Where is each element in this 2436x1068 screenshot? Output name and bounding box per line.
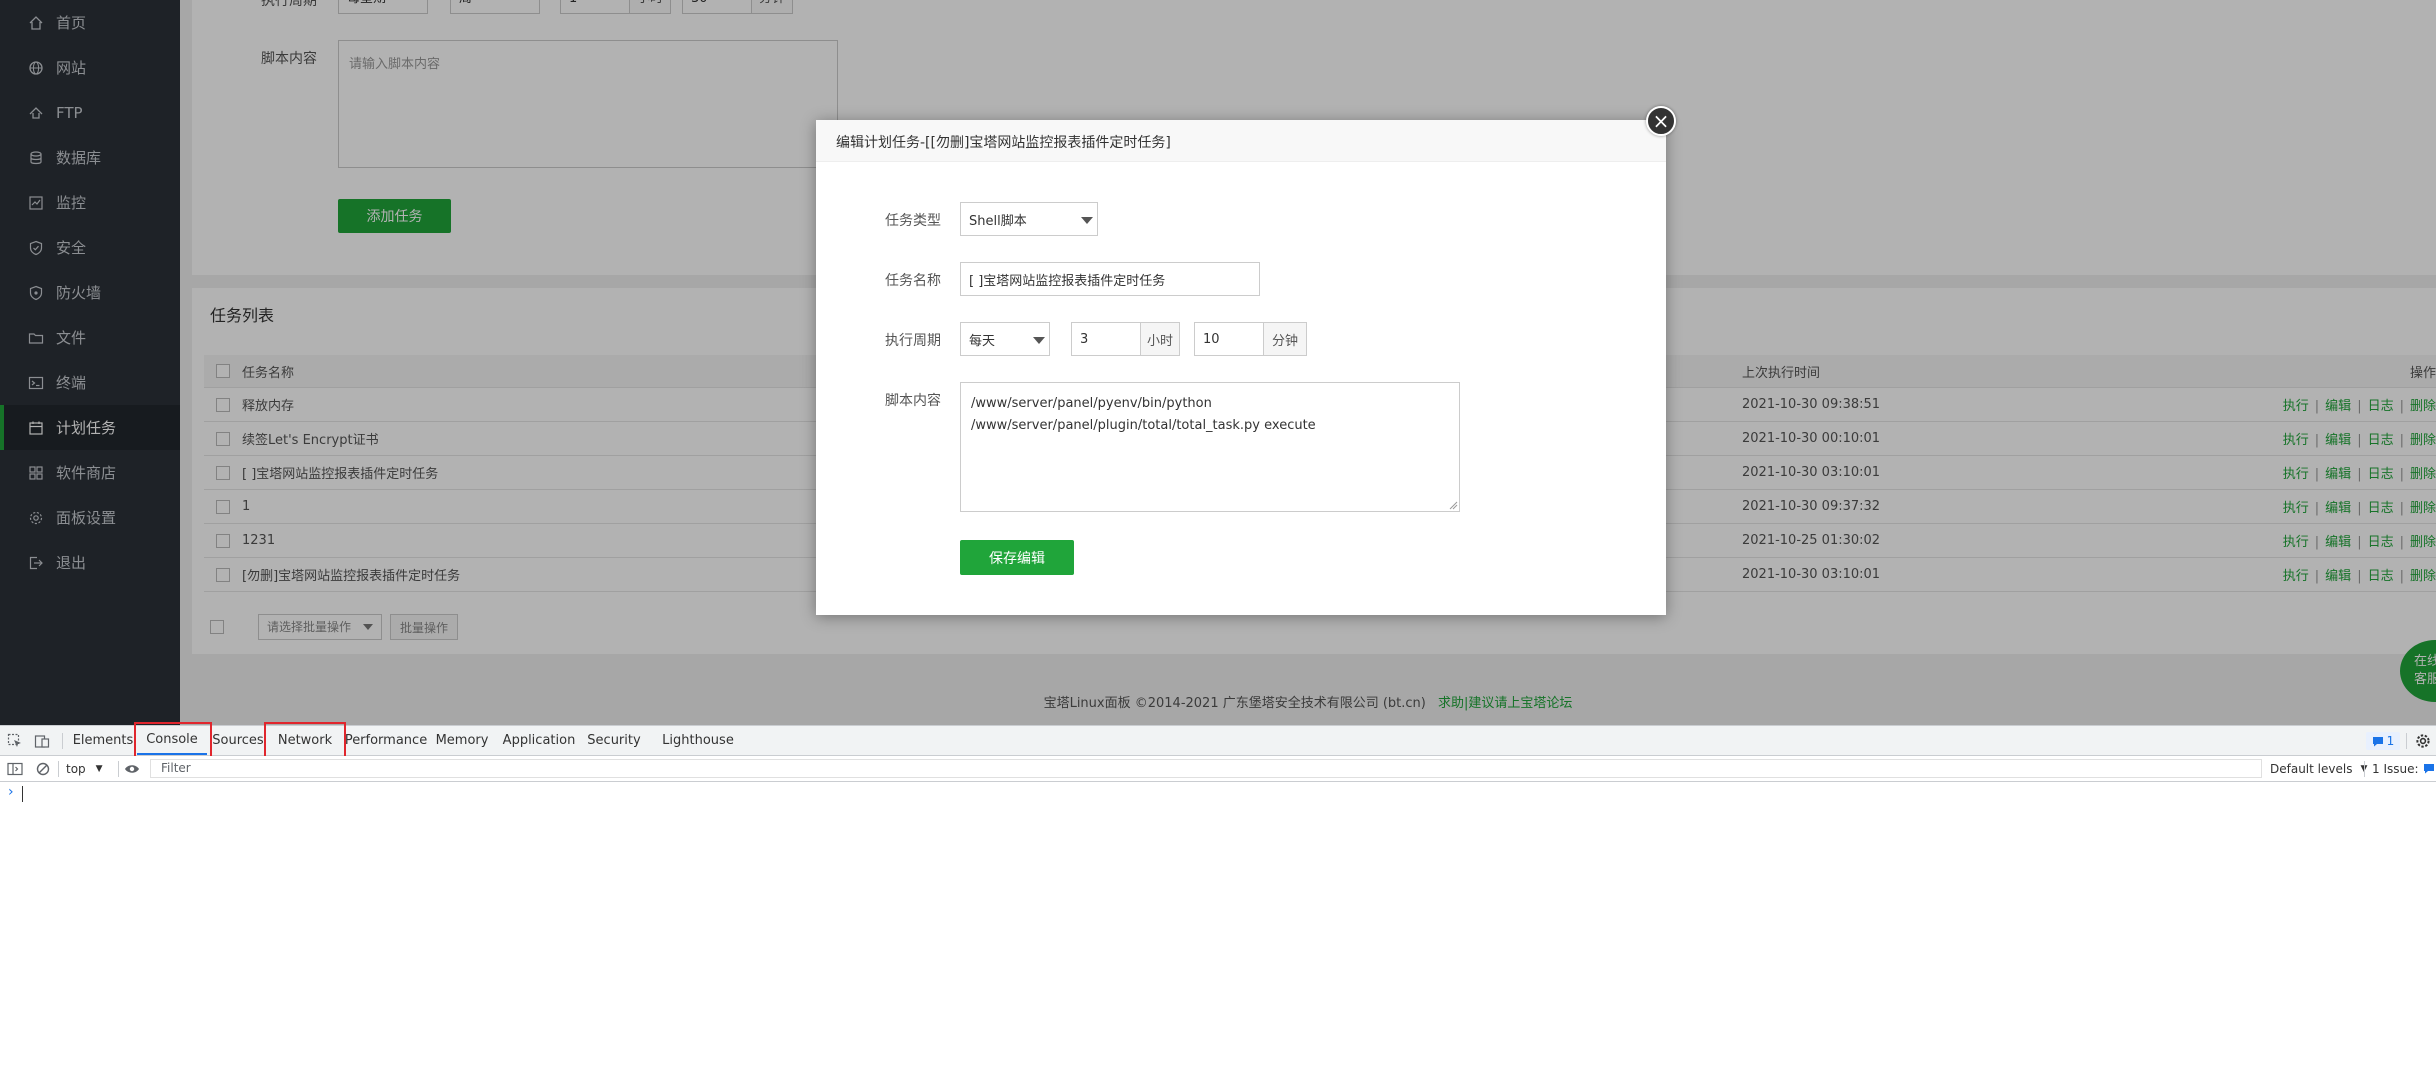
console-filter-input[interactable]: Filter <box>150 759 2262 778</box>
issues-button[interactable]: 1 Issue: <box>2372 756 2435 781</box>
minute-input[interactable]: 10 <box>1194 322 1264 356</box>
task-name-input[interactable]: [ ]宝塔网站监控报表插件定时任务 <box>960 262 1260 296</box>
task-type-select[interactable]: Shell脚本 <box>960 202 1098 236</box>
dialog-header: 编辑计划任务-[[勿删]宝塔网站监控报表插件定时任务] <box>816 120 1666 162</box>
tab-security[interactable]: Security <box>586 726 642 755</box>
highlight-box-network <box>264 722 346 760</box>
highlight-box-console <box>134 722 212 760</box>
minute-unit: 分钟 <box>1263 322 1307 356</box>
bt-panel-app: 首页 网站 FTP 数据库 监控 安全 防火墙 文件 终端 计划任务 软件商店 … <box>0 0 2436 725</box>
chevron-down-icon <box>1033 337 1045 344</box>
console-prompt-icon: › <box>8 784 14 800</box>
device-toolbar-icon[interactable] <box>33 732 51 750</box>
message-count: 1 <box>2386 734 2395 748</box>
task-type-value: Shell脚本 <box>969 213 1027 229</box>
toolbar-divider <box>118 761 119 777</box>
message-count-badge[interactable]: 1 <box>2366 732 2400 750</box>
message-icon <box>2423 764 2434 774</box>
dropdown-arrow-icon: ▼ <box>95 763 103 774</box>
hour-input[interactable]: 3 <box>1071 322 1141 356</box>
devtools-tab-bar: Elements Console Sources Network Perform… <box>0 722 2436 760</box>
script-textarea[interactable]: /www/server/panel/pyenv/bin/python /www/… <box>960 382 1460 512</box>
clear-console-icon[interactable] <box>34 760 52 778</box>
resize-handle-icon[interactable] <box>1448 500 1458 510</box>
task-type-label: 任务类型 <box>885 213 941 229</box>
tab-memory[interactable]: Memory <box>432 726 492 755</box>
settings-gear-icon[interactable] <box>2414 732 2432 750</box>
context-value: top <box>66 761 86 776</box>
console-input-caret[interactable] <box>22 786 23 802</box>
script-label: 脚本内容 <box>885 393 941 409</box>
chevron-down-icon <box>1081 217 1093 224</box>
tab-performance[interactable]: Performance <box>345 726 427 755</box>
save-edit-button[interactable]: 保存编辑 <box>960 540 1074 575</box>
issues-label: 1 Issue: <box>2372 761 2419 776</box>
log-levels-value: Default levels <box>2270 761 2353 776</box>
log-levels-dropdown[interactable]: Default levels ▼ <box>2270 756 2367 781</box>
sidebar-toggle-icon[interactable] <box>6 760 24 778</box>
cycle-value: 每天 <box>969 333 996 349</box>
toolbar-divider <box>62 733 63 749</box>
context-selector[interactable]: top ▼ <box>66 756 103 781</box>
dialog-title: 编辑计划任务-[[勿删]宝塔网站监控报表插件定时任务] <box>836 135 1171 151</box>
toolbar-divider <box>2364 761 2365 777</box>
edit-task-dialog: 编辑计划任务-[[勿删]宝塔网站监控报表插件定时任务] × 任务类型 Shell… <box>816 106 1676 615</box>
cycle-select[interactable]: 每天 <box>960 322 1050 356</box>
hour-unit: 小时 <box>1140 322 1180 356</box>
tab-elements[interactable]: Elements <box>72 726 134 755</box>
task-name-label: 任务名称 <box>885 273 941 289</box>
tab-application[interactable]: Application <box>498 726 580 755</box>
cycle-label: 执行周期 <box>885 333 941 349</box>
toolbar-divider <box>58 761 59 777</box>
close-icon[interactable]: × <box>1646 106 1676 136</box>
tab-lighthouse[interactable]: Lighthouse <box>658 726 738 755</box>
message-icon <box>2372 736 2383 746</box>
devtools-panel: Elements Console Sources Network Perform… <box>0 722 2436 1068</box>
inspect-element-icon[interactable] <box>6 732 24 750</box>
console-toolbar: top ▼ Filter Default levels ▼ 1 Issue: <box>0 756 2436 782</box>
toolbar-divider <box>2406 733 2407 749</box>
eye-icon[interactable] <box>122 760 142 778</box>
tab-sources[interactable]: Sources <box>210 726 266 755</box>
